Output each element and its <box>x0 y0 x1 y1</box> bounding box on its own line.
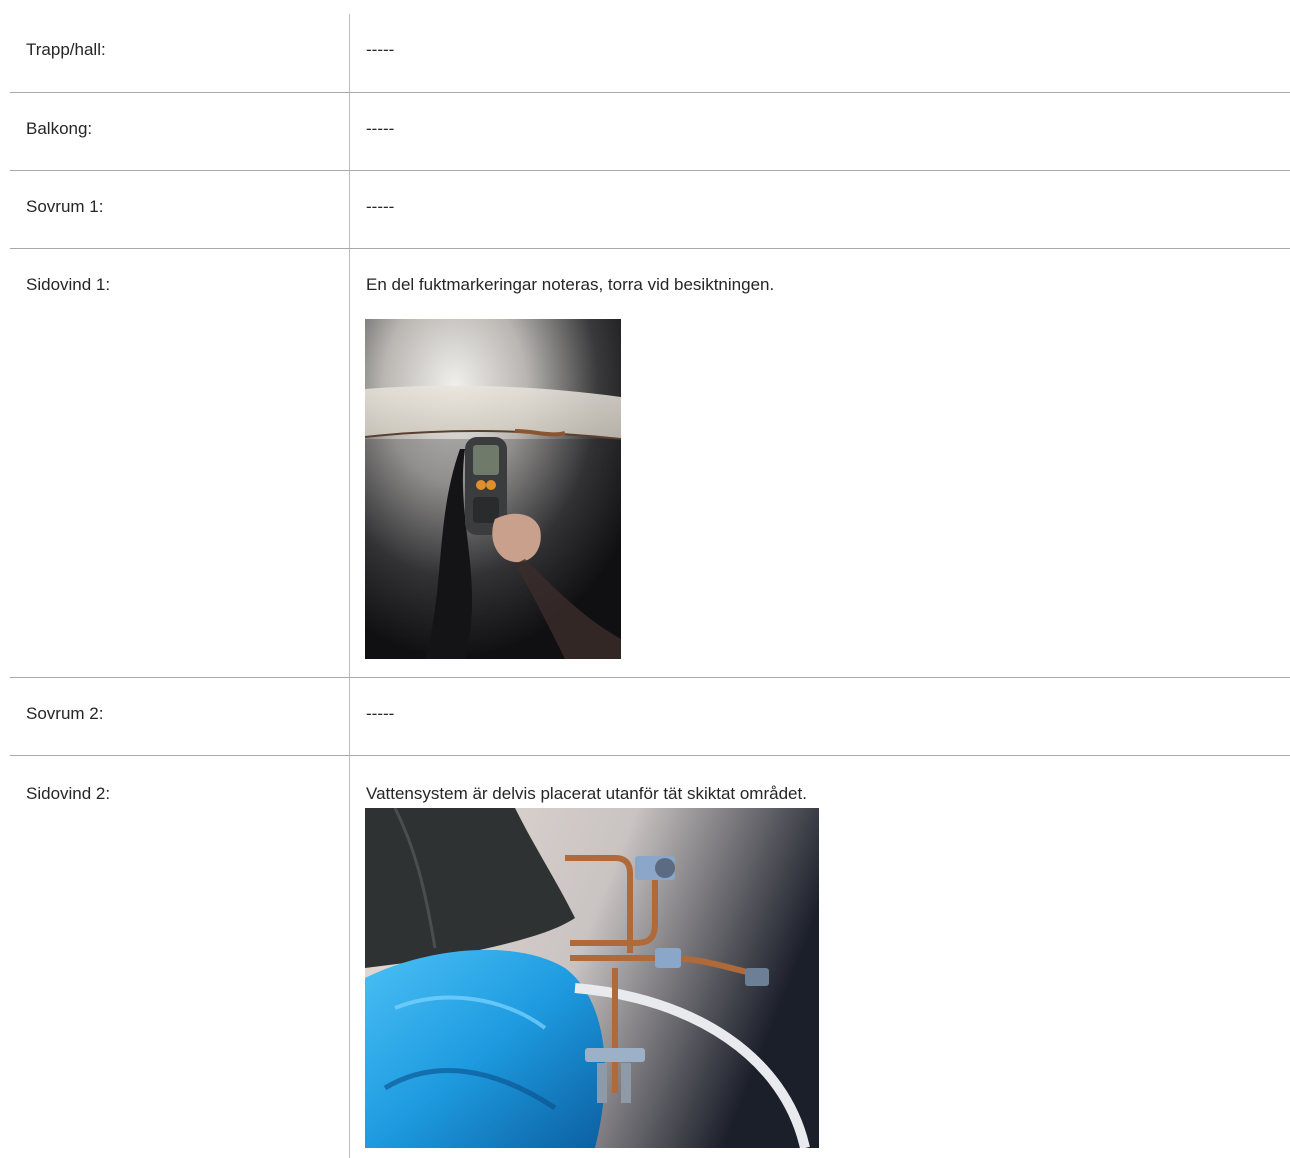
row-value-sidovind-2: Vattensystem är delvis placerat utanför … <box>366 784 807 803</box>
row-divider <box>10 755 1290 756</box>
row-label-sidovind-2: Sidovind 2: <box>26 784 111 803</box>
row-divider <box>10 170 1290 171</box>
row-label-sovrum-2: Sovrum 2: <box>26 704 104 723</box>
row-divider <box>10 677 1290 678</box>
row-value-balkong: ----- <box>366 119 395 138</box>
row-value-sovrum-2: ----- <box>366 704 395 723</box>
row-divider <box>10 92 1290 93</box>
column-divider <box>349 14 350 1158</box>
moisture-meter-photo <box>365 319 621 659</box>
water-pipes-photo <box>365 808 819 1148</box>
row-value-trapp-hall: ----- <box>366 40 395 59</box>
row-divider <box>10 248 1290 249</box>
row-label-sidovind-1: Sidovind 1: <box>26 275 111 294</box>
row-value-sidovind-1: En del fuktmarkeringar noteras, torra vi… <box>366 275 775 294</box>
row-label-trapp-hall: Trapp/hall: <box>26 40 106 59</box>
inspection-table: Trapp/hall: ----- Balkong: ----- Sovrum … <box>0 0 1290 1158</box>
row-label-balkong: Balkong: <box>26 119 93 138</box>
row-label-sovrum-1: Sovrum 1: <box>26 197 104 216</box>
row-value-sovrum-1: ----- <box>366 197 395 216</box>
